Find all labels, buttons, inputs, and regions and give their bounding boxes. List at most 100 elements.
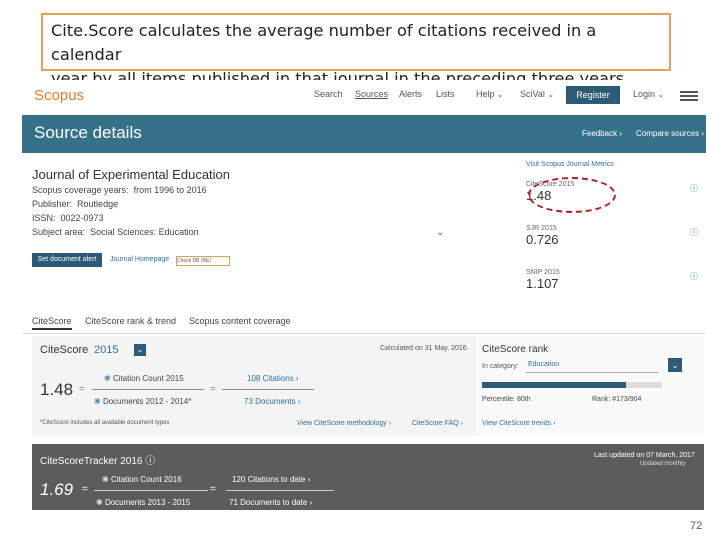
register-button[interactable]: Register	[566, 86, 620, 104]
citescore-highlight-annotation	[528, 177, 616, 213]
citescore-title: CiteScore	[40, 344, 89, 356]
snip-metric[interactable]: SNIP 2015 1.107 ⓘ	[526, 269, 702, 291]
coverage-value: from 1996 to 2016	[133, 185, 207, 195]
citescore-faq-link[interactable]: CiteScore FAQ ›	[412, 420, 463, 427]
page-title: Source details	[34, 123, 142, 142]
percentile-text: Percentile: 80th	[482, 396, 531, 403]
methodology-link[interactable]: View CiteScore methodology ›	[297, 420, 391, 427]
equals-sign: =	[79, 384, 85, 395]
expand-subject-icon[interactable]: ⌄	[436, 227, 444, 238]
citescore-faq-label: CiteScore FAQ	[412, 420, 459, 427]
coverage-label: Scopus coverage years:	[32, 185, 129, 195]
percentile-bar-fill	[482, 382, 626, 388]
check-db-badge[interactable]: Check DB (RE)	[176, 256, 230, 266]
tracker-documents-label: ❋ Documents 2013 - 2015	[96, 498, 190, 507]
slide-page-number: 72	[690, 520, 703, 532]
documents-label: ❋ Documents 2012 - 2014*	[94, 397, 191, 406]
equals-sign: =	[210, 384, 216, 395]
tracker-documents-label-text: Documents 2013 - 2015	[104, 498, 191, 507]
visit-journal-metrics-link[interactable]: Visit Scopus Journal Metrics	[526, 161, 702, 168]
percentile-bar	[482, 382, 662, 388]
tab-scopus-content-coverage[interactable]: Scopus content coverage	[189, 316, 291, 326]
info-icon[interactable]: ⓘ	[690, 183, 698, 194]
source-details-header: Source details Feedback › Compare source…	[22, 115, 706, 153]
feedback-label: Feedback	[582, 129, 618, 138]
category-select[interactable]: Education	[526, 358, 658, 373]
fraction-line	[92, 389, 204, 390]
chevron-right-icon: ›	[619, 129, 623, 138]
tab-bar: CiteScore CiteScore rank & trend Scopus …	[22, 313, 706, 334]
citescore-footnote: *CiteScore includes all available docume…	[40, 420, 170, 426]
nav-scival-label: SciVal	[520, 89, 545, 99]
citescore-rank-panel: CiteScore rank In category: Education ⌄ …	[476, 336, 704, 436]
compare-sources-label: Compare sources	[636, 129, 700, 138]
issn-label: ISSN:	[32, 213, 56, 223]
citation-count-value: 108 Citations	[247, 374, 294, 383]
nav-scival[interactable]: SciVal ⌄	[520, 89, 554, 99]
citescore-trends-label: View CiteScore trends	[482, 420, 552, 427]
info-icon[interactable]: ⓘ	[690, 271, 698, 282]
gear-icon: ❋	[94, 397, 101, 406]
in-category-label: In category:	[482, 363, 519, 370]
set-document-alert-button[interactable]: Set document alert	[32, 253, 102, 267]
citescore-value: 1.48	[40, 380, 74, 399]
caption-box: Cite.Score calculates the average number…	[41, 13, 671, 88]
year-dropdown-icon[interactable]: ⌄	[134, 344, 146, 356]
compare-sources-link[interactable]: Compare sources ›	[636, 129, 704, 138]
info-icon[interactable]: ⓘ	[145, 456, 155, 467]
fraction-line	[222, 389, 314, 390]
tracker-citations-value: 120 Citations to date	[232, 475, 306, 484]
subject-row: Subject area: Social Sciences: Education	[32, 227, 199, 237]
tracker-title: CiteScoreTracker 2016 ⓘ	[40, 452, 155, 467]
citescore-trends-link[interactable]: View CiteScore trends ›	[482, 420, 555, 427]
nav-sources[interactable]: Sources	[355, 89, 388, 99]
issn-row: ISSN: 0022-0973	[32, 213, 104, 223]
publisher-label: Publisher:	[32, 199, 73, 209]
nav-lists[interactable]: Lists	[436, 89, 455, 99]
calculated-date: Calculated on 31 May, 2016	[380, 345, 467, 352]
tracker-updated-sub: Updated monthly	[640, 461, 686, 467]
issn-value: 0022-0973	[60, 213, 104, 223]
tracker-citations-link[interactable]: 120 Citations to date ›	[232, 475, 310, 484]
citescore-tracker-panel: CiteScoreTracker 2016 ⓘ Last updated on …	[32, 444, 704, 510]
documents-label-text: Documents 2012 - 2014*	[102, 397, 192, 406]
methodology-label: View CiteScore methodology	[297, 420, 387, 427]
citescore-panel: CiteScore 2015 ⌄ Calculated on 31 May, 2…	[32, 336, 704, 436]
subject-value: Social Sciences: Education	[90, 227, 199, 237]
tracker-documents-link[interactable]: 71 Documents to date ›	[229, 498, 312, 507]
scopus-logo[interactable]: Scopus	[34, 87, 84, 104]
tracker-citation-label: ❋ Citation Count 2016	[102, 475, 182, 484]
publisher-row: Publisher: Routledge	[32, 199, 118, 209]
caption-line-1: Cite.Score calculates the average number…	[51, 21, 597, 64]
top-nav-bar: Scopus Search Sources Alerts Lists Help …	[22, 80, 706, 112]
info-icon[interactable]: ⓘ	[690, 227, 698, 238]
nav-search[interactable]: Search	[314, 89, 343, 99]
sjr-metric[interactable]: SJR 2015 0.726 ⓘ	[526, 225, 702, 247]
nav-alerts[interactable]: Alerts	[399, 89, 422, 99]
chevron-down-icon: ⌄	[547, 90, 555, 99]
sjr-metric-value: 0.726	[526, 232, 559, 247]
tab-citescore[interactable]: CiteScore	[32, 316, 72, 330]
journal-title: Journal of Experimental Education	[32, 167, 231, 182]
publisher-value: Routledge	[77, 199, 119, 209]
equals-sign: =	[82, 484, 88, 495]
documents-link[interactable]: 73 Documents ›	[244, 397, 300, 406]
menu-icon[interactable]	[680, 91, 698, 101]
gear-icon: ❋	[104, 374, 111, 383]
rank-text: Rank: #173/904	[592, 396, 642, 403]
tab-citescore-rank-trend[interactable]: CiteScore rank & trend	[85, 316, 176, 326]
chevron-right-icon: ›	[701, 129, 705, 138]
equals-sign: =	[210, 484, 216, 495]
chevron-down-icon: ⌄	[497, 90, 504, 99]
chevron-down-icon: ⌄	[657, 90, 665, 99]
citation-count-link[interactable]: 108 Citations ›	[247, 374, 299, 383]
nav-help[interactable]: Help ⌄	[476, 89, 504, 99]
feedback-link[interactable]: Feedback ›	[582, 129, 622, 138]
login-menu[interactable]: Login ⌄	[633, 89, 664, 99]
fraction-line	[94, 490, 208, 491]
journal-homepage-link[interactable]: Journal Homepage	[110, 256, 169, 263]
citescore-year[interactable]: 2015	[94, 344, 118, 356]
category-dropdown-icon[interactable]: ⌄	[668, 358, 682, 372]
tracker-updated: Last updated on 07 March, 2017	[594, 452, 695, 459]
tracker-title-text: CiteScoreTracker 2016	[40, 456, 143, 467]
